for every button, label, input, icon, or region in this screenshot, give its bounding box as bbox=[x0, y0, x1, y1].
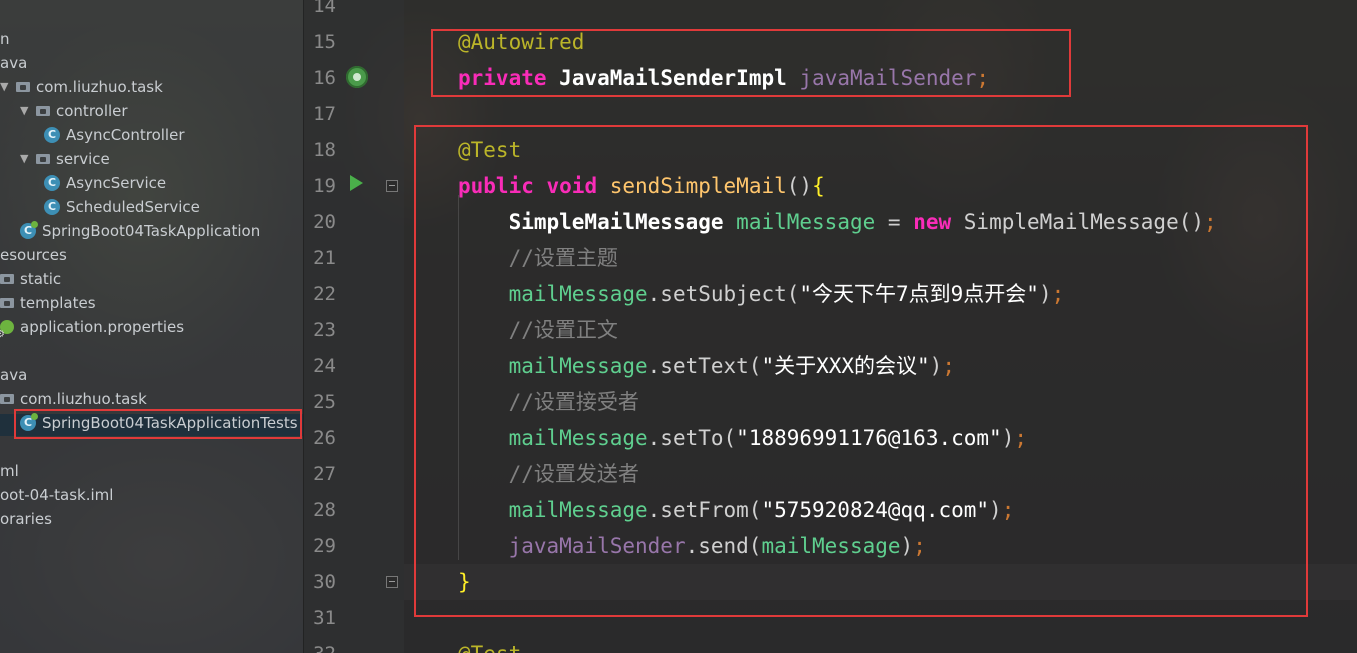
tree-highlight-box bbox=[14, 409, 302, 439]
ide-window: n ava ▼ com.liuzhuo.task ▼ controller C AsyncCo… bbox=[0, 0, 1357, 653]
run-test-icon[interactable] bbox=[350, 175, 363, 191]
tree-item-label: application.properties bbox=[20, 318, 185, 336]
line-number: 16 bbox=[313, 67, 336, 89]
tree-item-label: AsyncController bbox=[66, 126, 185, 144]
tree-item[interactable]: C AsyncController bbox=[44, 124, 185, 146]
line-number: 30 bbox=[313, 571, 336, 593]
tree-item[interactable]: application.properties bbox=[0, 316, 185, 346]
tree-item[interactable]: n bbox=[0, 28, 10, 50]
java-class-icon: C bbox=[44, 175, 60, 191]
method-highlight-box bbox=[414, 125, 1308, 617]
tree-item-label: ava bbox=[0, 366, 28, 384]
tree-item-label: controller bbox=[56, 102, 128, 120]
code-line-32[interactable]: @Test bbox=[458, 636, 521, 653]
folder-icon bbox=[0, 298, 14, 308]
tree-item[interactable]: C SpringBoot04TaskApplication bbox=[20, 220, 260, 242]
line-number: 22 bbox=[313, 283, 336, 305]
line-number: 27 bbox=[313, 463, 336, 485]
tree-item[interactable]: templates bbox=[0, 292, 96, 314]
line-number: 28 bbox=[313, 499, 336, 521]
line-number: 26 bbox=[313, 427, 336, 449]
tree-item-label: ml bbox=[0, 462, 19, 480]
line-number: 17 bbox=[313, 103, 336, 125]
folder-icon bbox=[36, 106, 50, 116]
tree-item-label: ScheduledService bbox=[66, 198, 200, 216]
tree-item[interactable]: ▼ controller bbox=[20, 100, 128, 122]
expand-arrow-icon[interactable]: ▼ bbox=[20, 148, 32, 170]
line-number: 31 bbox=[313, 607, 336, 629]
fold-collapse-icon[interactable] bbox=[386, 180, 398, 192]
autowired-bean-icon[interactable] bbox=[346, 66, 368, 88]
expand-arrow-icon[interactable]: ▼ bbox=[20, 100, 32, 122]
tree-item[interactable]: ava bbox=[0, 52, 27, 74]
folder-icon bbox=[16, 82, 30, 92]
line-number: 20 bbox=[313, 211, 336, 233]
tree-item[interactable]: C ScheduledService bbox=[44, 196, 200, 218]
line-number: 21 bbox=[313, 247, 336, 269]
line-number: 32 bbox=[304, 636, 336, 653]
line-number: 29 bbox=[313, 535, 336, 557]
tree-item[interactable]: C AsyncService bbox=[44, 172, 166, 194]
tree-item[interactable]: ▼ com.liuzhuo.task bbox=[0, 76, 163, 98]
expand-arrow-icon[interactable]: ▼ bbox=[0, 76, 12, 98]
java-class-icon: C bbox=[44, 127, 60, 143]
java-class-icon: C bbox=[44, 199, 60, 215]
project-panel: n ava ▼ com.liuzhuo.task ▼ controller C AsyncCo… bbox=[0, 0, 304, 653]
line-number: 14 bbox=[313, 0, 336, 17]
properties-file-icon bbox=[0, 320, 14, 346]
tree-item-label: SpringBoot04TaskApplication bbox=[42, 222, 261, 240]
tree-item-label: static bbox=[20, 270, 62, 288]
tree-item[interactable]: ava bbox=[0, 364, 27, 386]
line-number: 18 bbox=[313, 139, 336, 161]
folder-icon bbox=[0, 394, 14, 404]
folder-icon bbox=[36, 154, 50, 164]
tree-item-label: templates bbox=[20, 294, 96, 312]
tree-item-label: n bbox=[0, 30, 10, 48]
folder-icon bbox=[0, 274, 14, 284]
line-number: 25 bbox=[313, 391, 336, 413]
line-number: 19 bbox=[313, 175, 336, 197]
spring-class-icon: C bbox=[20, 221, 38, 239]
tree-item[interactable]: oraries bbox=[0, 508, 52, 530]
tree-item[interactable]: com.liuzhuo.task bbox=[0, 388, 147, 410]
line-number: 23 bbox=[313, 319, 336, 341]
tree-item-label: oot-04-task.iml bbox=[0, 486, 114, 504]
line-number: 24 bbox=[313, 355, 336, 377]
tree-item-label: AsyncService bbox=[66, 174, 167, 192]
line-number: 15 bbox=[313, 31, 336, 53]
tree-item-label: com.liuzhuo.task bbox=[20, 390, 147, 408]
annotation-test: @Test bbox=[458, 642, 521, 653]
fold-end-icon[interactable] bbox=[386, 576, 398, 588]
tree-item[interactable]: static bbox=[0, 268, 61, 290]
tree-item[interactable]: oot-04-task.iml bbox=[0, 484, 113, 506]
tree-item[interactable]: esources bbox=[0, 244, 67, 266]
tree-item[interactable]: ▼ service bbox=[20, 148, 110, 170]
tree-item-label: ava bbox=[0, 54, 28, 72]
tree-item-label: oraries bbox=[0, 510, 52, 528]
tree-item-label: esources bbox=[0, 246, 67, 264]
tree-item[interactable]: ml bbox=[0, 460, 19, 482]
tree-item-label: service bbox=[56, 150, 110, 168]
tree-item-label: com.liuzhuo.task bbox=[36, 78, 163, 96]
autowired-highlight-box bbox=[431, 29, 1071, 97]
